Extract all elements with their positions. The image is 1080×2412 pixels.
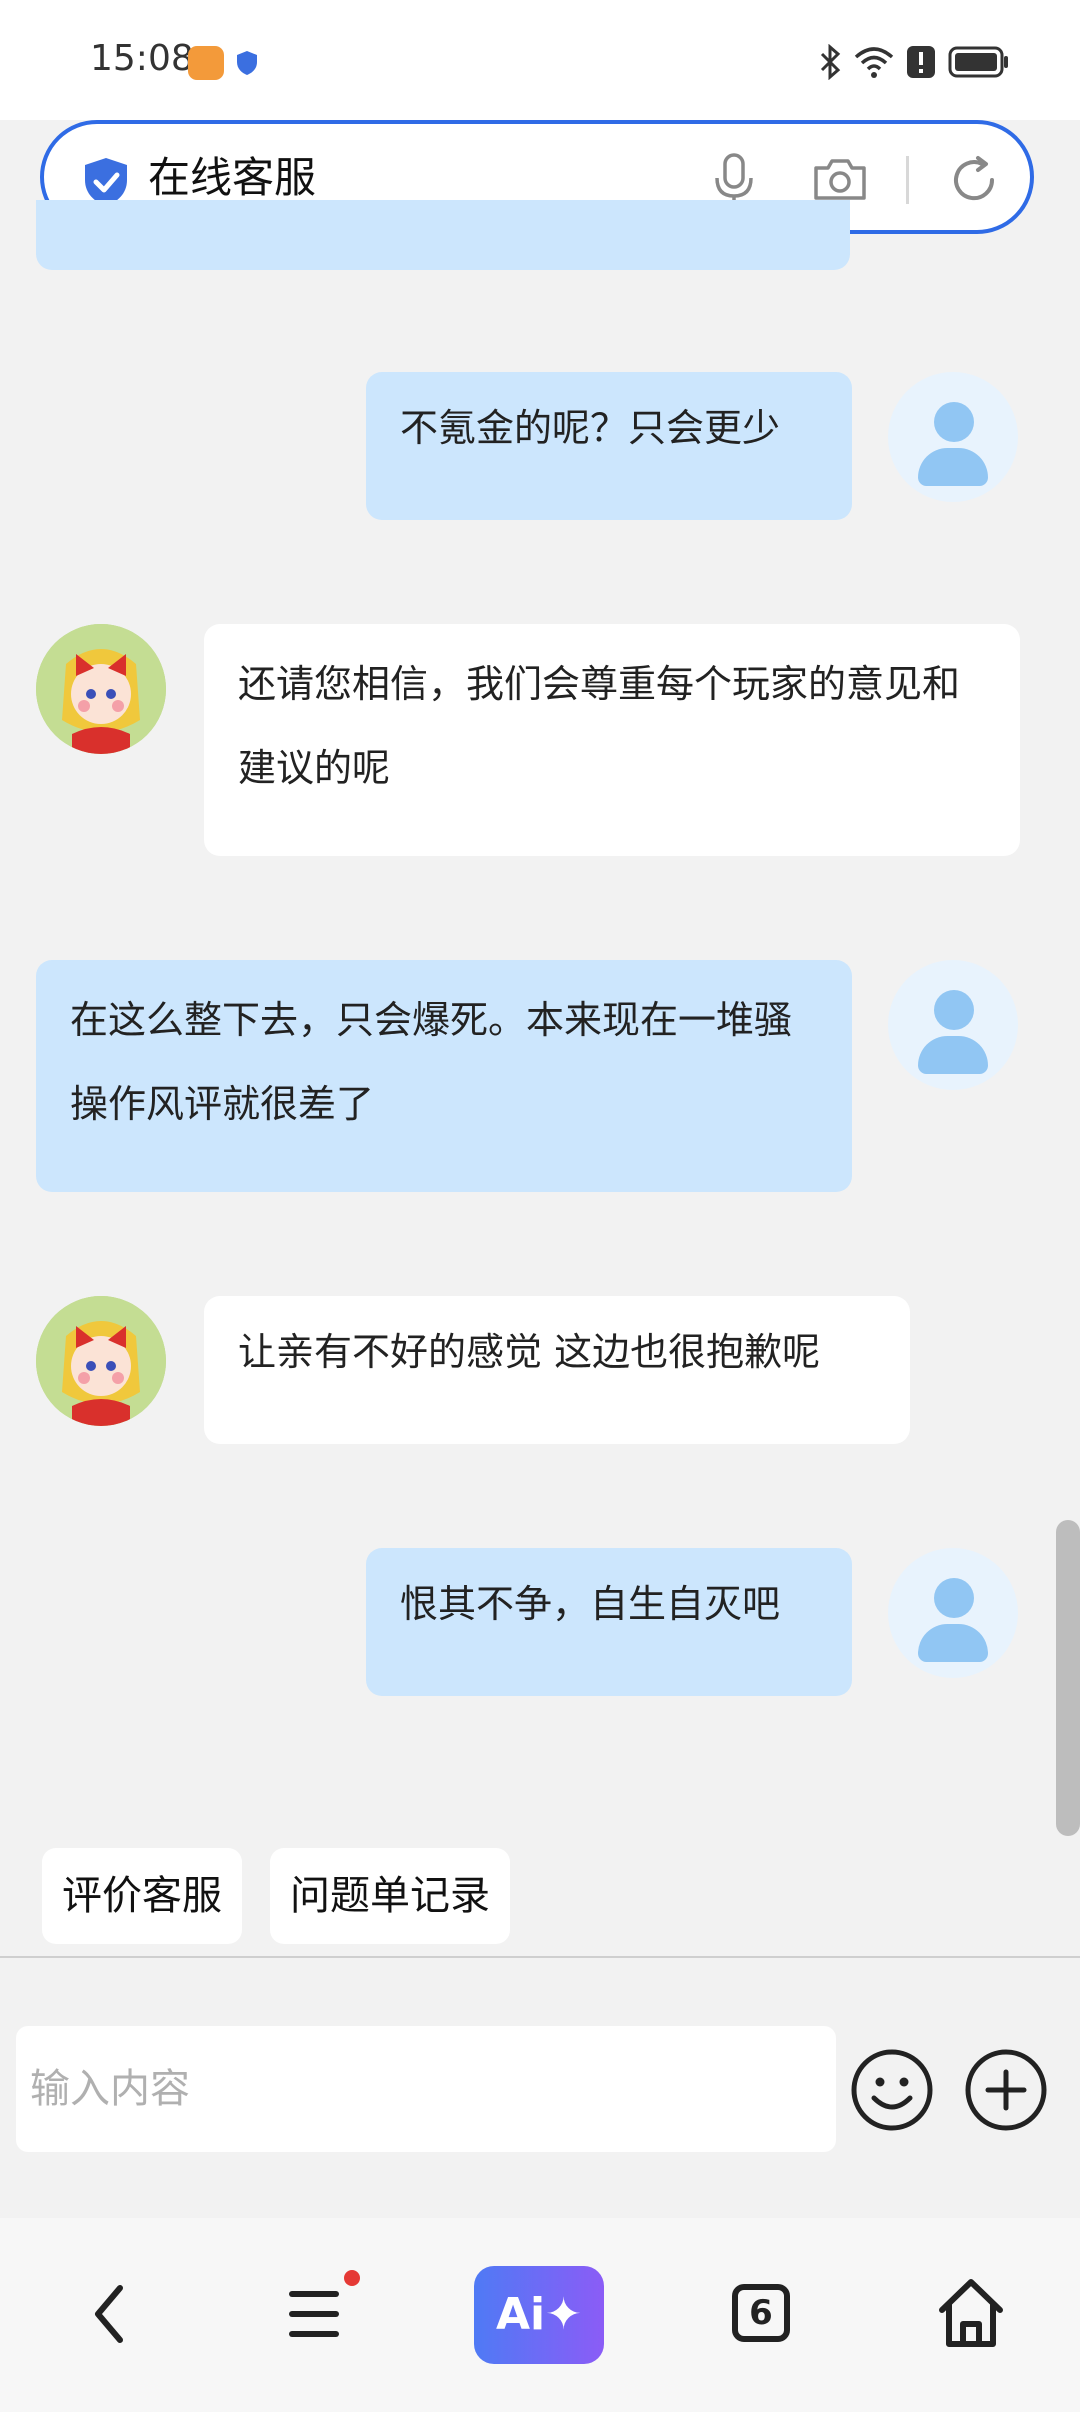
alert-icon (907, 46, 935, 78)
wifi-icon (854, 47, 894, 78)
shield-icon (237, 51, 257, 75)
status-time: 15:08 (90, 38, 194, 79)
ai-assistant-icon[interactable]: Ai✦ (474, 2266, 604, 2364)
page-title: 在线客服 (148, 153, 317, 202)
composer-divider (0, 1956, 1080, 1958)
rate-service-button[interactable]: 评价客服 (42, 1848, 242, 1944)
message-bubble-partial (36, 200, 850, 270)
scrollbar[interactable] (1056, 1520, 1080, 1836)
bluetooth-icon (820, 44, 841, 80)
app-notification-icon (188, 46, 224, 80)
tabs-count: 6 (749, 2293, 773, 2333)
reload-icon[interactable] (948, 154, 1000, 206)
status-bar: 15:08 (0, 0, 1080, 120)
user-avatar (888, 960, 1018, 1090)
battery-icon (948, 46, 1008, 78)
user-avatar (888, 1548, 1018, 1678)
user-avatar (888, 372, 1018, 502)
agent-message: 还请您相信，我们会尊重每个玩家的意见和建议的呢 (204, 624, 1020, 856)
tabs-icon[interactable]: 6 (732, 2284, 790, 2342)
menu-icon[interactable] (288, 2286, 340, 2342)
notification-dot (344, 2270, 360, 2286)
agent-message: 让亲有不好的感觉 这边也很抱歉呢 (204, 1296, 910, 1444)
plus-icon[interactable] (964, 2048, 1048, 2132)
user-message: 恨其不争，自生自灭吧 (366, 1548, 852, 1696)
user-message: 不氪金的呢？只会更少 (366, 372, 852, 520)
emoji-icon[interactable] (850, 2048, 934, 2132)
camera-icon[interactable] (812, 156, 868, 202)
back-icon[interactable] (86, 2274, 130, 2354)
agent-avatar (36, 1296, 166, 1426)
message-input[interactable]: 输入内容 (16, 2026, 836, 2152)
status-icons (818, 42, 1010, 82)
home-icon[interactable] (936, 2276, 1006, 2350)
ticket-records-button[interactable]: 问题单记录 (270, 1848, 510, 1944)
address-divider (906, 156, 909, 204)
agent-avatar (36, 624, 166, 754)
bottom-nav: Ai✦ 6 (0, 2218, 1080, 2412)
user-message: 在这么整下去，只会爆死。本来现在一堆骚操作风评就很差了 (36, 960, 852, 1192)
